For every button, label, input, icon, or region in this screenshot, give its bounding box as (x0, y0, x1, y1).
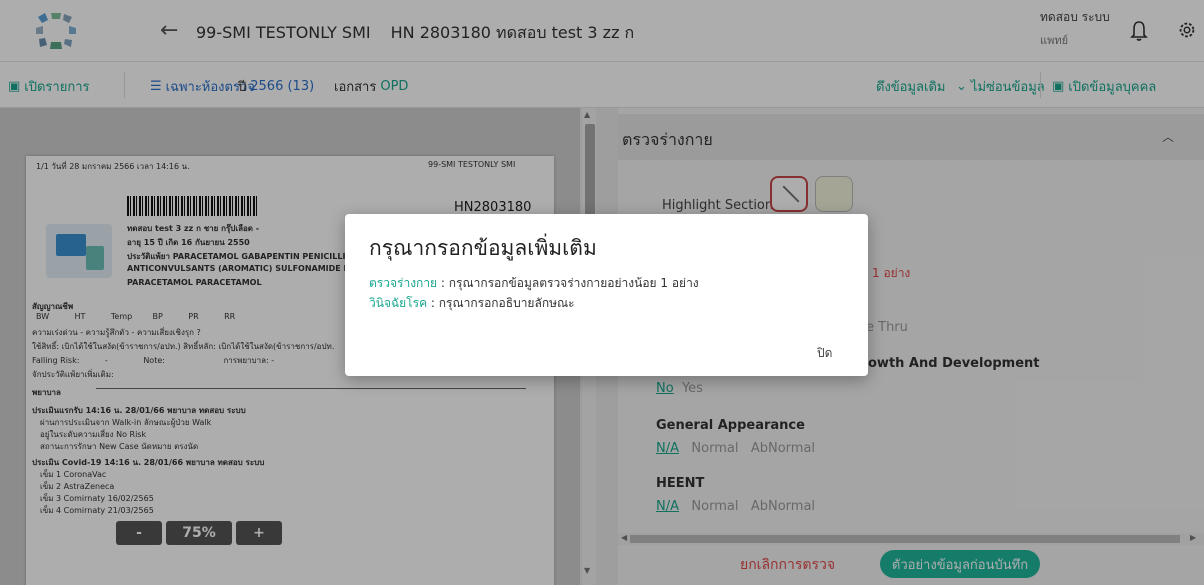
dialog-message-diagnosis: วินิจฉัยโรค : กรุณากรอกอธิบายลักษณะ (369, 294, 575, 313)
exam-error-text: : กรุณากรอกข้อมูลตรวจร่างกายอย่างน้อย 1 … (437, 276, 699, 290)
diagnosis-error-link[interactable]: วินิจฉัยโรค (369, 296, 427, 310)
diagnosis-error-text: : กรุณากรอกอธิบายลักษณะ (427, 296, 575, 310)
exam-error-link[interactable]: ตรวจร่างกาย (369, 276, 437, 290)
close-dialog-button[interactable]: ปิด (817, 344, 832, 363)
validation-dialog: กรุณากรอกข้อมูลเพิ่มเติม ตรวจร่างกาย : ก… (345, 214, 868, 376)
dialog-message-exam: ตรวจร่างกาย : กรุณากรอกข้อมูลตรวจร่างกาย… (369, 274, 699, 293)
dialog-title: กรุณากรอกข้อมูลเพิ่มเติม (369, 236, 597, 260)
